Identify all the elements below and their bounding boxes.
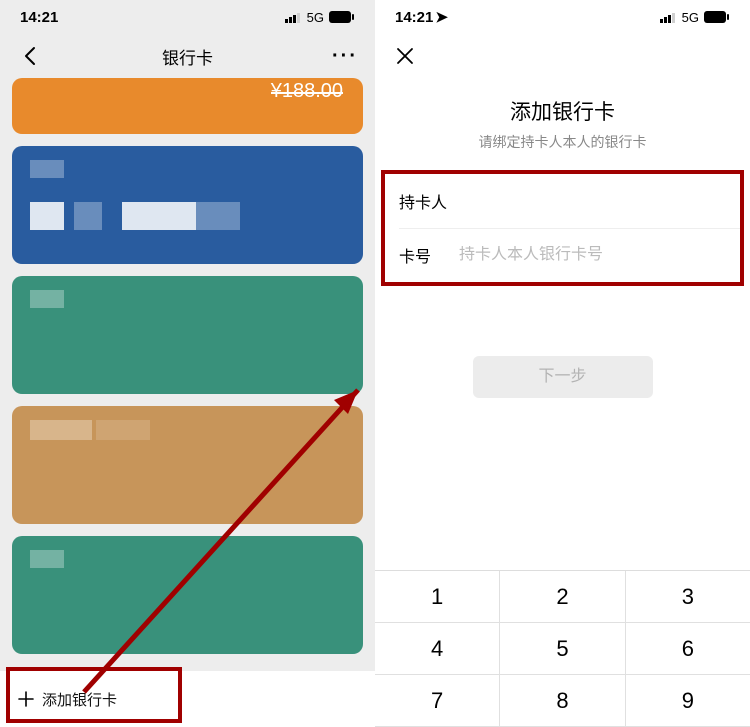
bank-card-item[interactable] <box>12 146 363 264</box>
form-title: 添加银行卡 <box>375 96 750 126</box>
nav-bar: 银行卡 ··· <box>0 34 375 78</box>
screen-bank-cards: 14:21 5G 银行卡 ··· ¥188.00 <box>0 0 375 727</box>
numeric-keypad: 1 2 3 4 5 6 7 8 9 <box>375 570 750 727</box>
battery-icon <box>329 11 355 23</box>
plus-icon <box>18 691 34 707</box>
more-button[interactable]: ··· <box>325 36 365 76</box>
keypad-key-2[interactable]: 2 <box>500 571 625 623</box>
keypad-key-3[interactable]: 3 <box>626 571 750 623</box>
close-icon <box>396 47 414 65</box>
location-icon: ➤ <box>435 8 448 26</box>
network-label: 5G <box>682 10 699 25</box>
chevron-left-icon <box>24 46 36 66</box>
add-card-button[interactable]: 添加银行卡 <box>0 671 375 727</box>
keypad-key-6[interactable]: 6 <box>626 623 750 675</box>
signal-icon <box>285 12 302 23</box>
keypad-key-8[interactable]: 8 <box>500 675 625 727</box>
form: 持卡人 卡号 <box>375 170 750 286</box>
back-button[interactable] <box>10 36 50 76</box>
status-bar: 14:21➤ 5G <box>375 0 750 34</box>
bank-card-item[interactable] <box>12 406 363 524</box>
keypad-key-9[interactable]: 9 <box>626 675 750 727</box>
bank-card-item[interactable] <box>12 536 363 654</box>
network-label: 5G <box>307 10 324 25</box>
cardnumber-label: 卡号 <box>399 243 459 267</box>
screen-add-card: 14:21➤ 5G 添加银行卡 请绑定持卡人本人的银行卡 持卡人 卡号 <box>375 0 750 727</box>
close-button[interactable] <box>385 36 425 76</box>
add-card-label: 添加银行卡 <box>42 689 117 710</box>
status-indicators: 5G <box>660 10 730 25</box>
keypad-key-7[interactable]: 7 <box>375 675 500 727</box>
cardnumber-row[interactable]: 卡号 <box>385 228 740 282</box>
page-title: 银行卡 <box>162 44 213 69</box>
form-subtitle: 请绑定持卡人本人的银行卡 <box>375 132 750 152</box>
battery-icon <box>704 11 730 23</box>
card-list[interactable]: ¥188.00 <box>0 78 375 727</box>
cardholder-label: 持卡人 <box>399 189 459 213</box>
status-time: 14:21➤ <box>395 8 448 26</box>
status-indicators: 5G <box>285 10 355 25</box>
cardholder-row[interactable]: 持卡人 <box>385 174 740 228</box>
cardholder-input[interactable] <box>459 192 726 210</box>
card-balance: ¥188.00 <box>271 80 343 102</box>
status-time: 14:21 <box>20 9 58 26</box>
cardnumber-input[interactable] <box>459 246 726 264</box>
form-header: 添加银行卡 请绑定持卡人本人的银行卡 <box>375 96 750 152</box>
next-button[interactable]: 下一步 <box>473 356 653 398</box>
keypad-key-4[interactable]: 4 <box>375 623 500 675</box>
bank-card-item[interactable] <box>12 276 363 394</box>
bank-card-item[interactable]: ¥188.00 <box>12 78 363 134</box>
status-bar: 14:21 5G <box>0 0 375 34</box>
keypad-key-1[interactable]: 1 <box>375 571 500 623</box>
annotation-highlight-box: 持卡人 卡号 <box>381 170 744 286</box>
keypad-key-5[interactable]: 5 <box>500 623 625 675</box>
signal-icon <box>660 12 677 23</box>
nav-bar <box>375 34 750 78</box>
